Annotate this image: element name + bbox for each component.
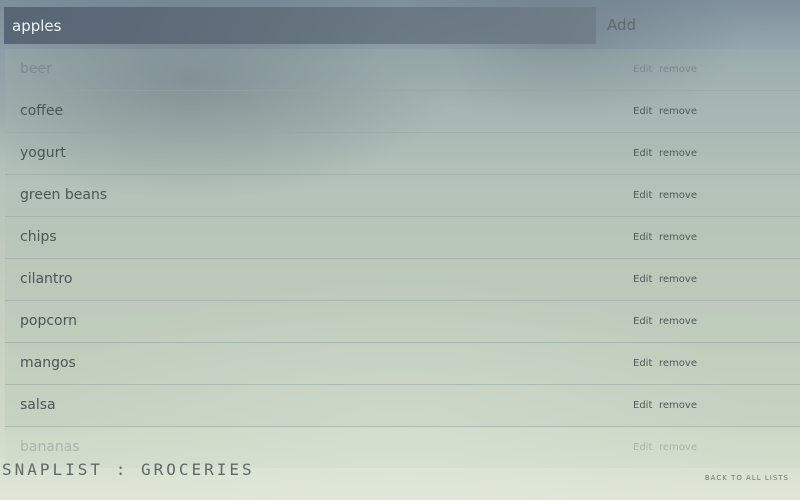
remove-button[interactable]: remove [659, 217, 697, 258]
item-label: chips [20, 229, 57, 245]
remove-button[interactable]: remove [659, 133, 697, 174]
list-item: popcorn Edit remove [5, 301, 800, 343]
edit-button[interactable]: Edit [633, 133, 652, 174]
edit-button[interactable]: Edit [633, 385, 652, 426]
edit-button[interactable]: Edit [633, 91, 652, 132]
list-item: cilantro Edit remove [5, 259, 800, 301]
list-item: chips Edit remove [5, 217, 800, 259]
edit-button[interactable]: Edit [633, 343, 652, 384]
edit-button[interactable]: Edit [633, 49, 652, 90]
remove-button[interactable]: remove [659, 343, 697, 384]
remove-button[interactable]: remove [659, 301, 697, 342]
list-item: salsa Edit remove [5, 385, 800, 427]
back-to-all-lists-link[interactable]: BACK TO ALL LISTS [705, 474, 789, 482]
item-label: beer [20, 61, 52, 77]
list-item: mangos Edit remove [5, 343, 800, 385]
item-label: yogurt [20, 145, 66, 161]
remove-button[interactable]: remove [659, 49, 697, 90]
edit-button[interactable]: Edit [633, 259, 652, 300]
add-item-bar: Add [0, 0, 800, 48]
edit-button[interactable]: Edit [633, 427, 652, 468]
remove-button[interactable]: remove [659, 91, 697, 132]
item-label: popcorn [20, 313, 77, 329]
item-label: green beans [20, 187, 108, 203]
item-label: cilantro [20, 271, 73, 287]
remove-button[interactable]: remove [659, 427, 697, 468]
list-title: SNAPLIST : GROCERIES [2, 460, 255, 479]
list-item: coffee Edit remove [5, 91, 800, 133]
remove-button[interactable]: remove [659, 259, 697, 300]
list-item: beer Edit remove [5, 49, 800, 91]
new-item-input[interactable] [4, 7, 596, 44]
item-label: coffee [20, 103, 64, 119]
list-item: green beans Edit remove [5, 175, 800, 217]
grocery-list: beer Edit remove coffee Edit remove yogu… [5, 49, 800, 474]
edit-button[interactable]: Edit [633, 175, 652, 216]
remove-button[interactable]: remove [659, 175, 697, 216]
list-item: yogurt Edit remove [5, 133, 800, 175]
edit-button[interactable]: Edit [633, 217, 652, 258]
item-label: salsa [20, 397, 56, 413]
edit-button[interactable]: Edit [633, 301, 652, 342]
item-label: mangos [20, 355, 76, 371]
add-button[interactable]: Add [600, 7, 647, 44]
remove-button[interactable]: remove [659, 385, 697, 426]
